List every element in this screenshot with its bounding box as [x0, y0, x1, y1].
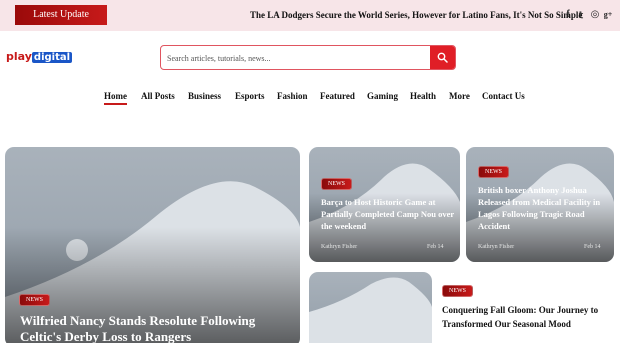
nav-item-contact-us[interactable]: Contact Us: [482, 89, 525, 103]
google-plus-icon[interactable]: g+: [603, 8, 613, 22]
post-card[interactable]: NEWS British boxer Anthony Joshua Releas…: [466, 147, 614, 262]
post-title[interactable]: Wilfried Nancy Stands Resolute Following…: [20, 313, 290, 343]
post-author[interactable]: Kathryn Fisher: [321, 243, 357, 251]
nav-item-featured[interactable]: Featured: [320, 89, 355, 103]
category-badge[interactable]: NEWS: [321, 178, 352, 190]
logo-text-play: play: [6, 50, 32, 63]
nav-item-home[interactable]: Home: [104, 89, 127, 105]
top-bar: Latest Update The LA Dodgers Secure the …: [0, 0, 620, 31]
nav-item-esports[interactable]: Esports: [235, 89, 265, 103]
category-badge[interactable]: NEWS: [442, 285, 473, 297]
post-title[interactable]: British boxer Anthony Joshua Released fr…: [478, 184, 610, 232]
post-thumbnail[interactable]: [309, 272, 432, 343]
category-badge[interactable]: NEWS: [478, 166, 509, 178]
logo-text-digital: digital: [31, 52, 73, 63]
featured-post-main[interactable]: NEWS Wilfried Nancy Stands Resolute Foll…: [5, 147, 300, 343]
breaking-headline[interactable]: The LA Dodgers Secure the World Series, …: [250, 8, 582, 22]
search-button[interactable]: [430, 46, 455, 69]
nav-item-fashion[interactable]: Fashion: [277, 89, 308, 103]
post-date: Feb 14: [427, 244, 444, 250]
post-author[interactable]: Kathryn Fisher: [478, 243, 514, 251]
nav-item-more[interactable]: More: [449, 89, 470, 103]
category-badge[interactable]: NEWS: [19, 294, 50, 306]
instagram-icon[interactable]: ◎: [590, 8, 600, 22]
main-nav: Home All Posts Business Esports Fashion …: [0, 89, 620, 105]
search-input[interactable]: [167, 49, 427, 67]
facebook-icon[interactable]: f: [563, 8, 573, 22]
site-logo[interactable]: play digital: [6, 50, 73, 64]
search-icon: [437, 52, 448, 63]
image-placeholder: [309, 277, 432, 343]
post-date: Feb 14: [584, 244, 601, 250]
search-bar: [160, 45, 456, 70]
latest-update-label: Latest Update: [15, 5, 107, 25]
nav-item-business[interactable]: Business: [188, 89, 221, 103]
nav-item-all-posts[interactable]: All Posts: [141, 89, 175, 103]
nav-item-gaming[interactable]: Gaming: [367, 89, 398, 103]
nav-item-health[interactable]: Health: [410, 89, 436, 103]
post-title[interactable]: Barça to Host Historic Game at Partially…: [321, 196, 456, 232]
post-title[interactable]: Conquering Fall Gloom: Our Journey to Tr…: [442, 303, 612, 331]
twitter-icon[interactable]: 𝕥: [576, 8, 586, 22]
post-card[interactable]: NEWS Barça to Host Historic Game at Part…: [309, 147, 460, 262]
